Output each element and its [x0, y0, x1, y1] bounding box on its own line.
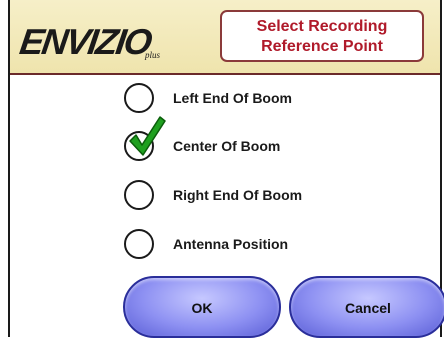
- brand-logo-sub: plus: [145, 50, 161, 60]
- cancel-button[interactable]: Cancel: [289, 276, 444, 338]
- option-antenna-position[interactable]: Antenna Position: [124, 229, 384, 261]
- option-left-end-of-boom[interactable]: Left End Of Boom: [124, 83, 384, 115]
- option-right-end-of-boom[interactable]: Right End Of Boom: [124, 180, 384, 212]
- option-label: Right End Of Boom: [173, 187, 303, 203]
- radio-circle-icon[interactable]: [124, 229, 154, 259]
- header-divider: [10, 73, 440, 75]
- option-label: Antenna Position: [173, 236, 289, 252]
- checkmark-icon: [129, 116, 166, 156]
- option-label: Left End Of Boom: [173, 90, 292, 106]
- brand-logo: ENVIZIO: [17, 21, 153, 62]
- option-center-of-boom[interactable]: Center Of Boom: [124, 116, 384, 163]
- title-line-1: Select Recording: [256, 18, 388, 35]
- option-label: Center Of Boom: [173, 138, 281, 154]
- ok-button[interactable]: OK: [123, 276, 281, 338]
- radio-circle-icon[interactable]: [124, 180, 154, 210]
- frame-right-border: [440, 0, 442, 337]
- page-title: Select Recording Reference Point: [220, 10, 424, 62]
- title-line-2: Reference Point: [261, 38, 383, 55]
- radio-circle-icon[interactable]: [124, 83, 154, 113]
